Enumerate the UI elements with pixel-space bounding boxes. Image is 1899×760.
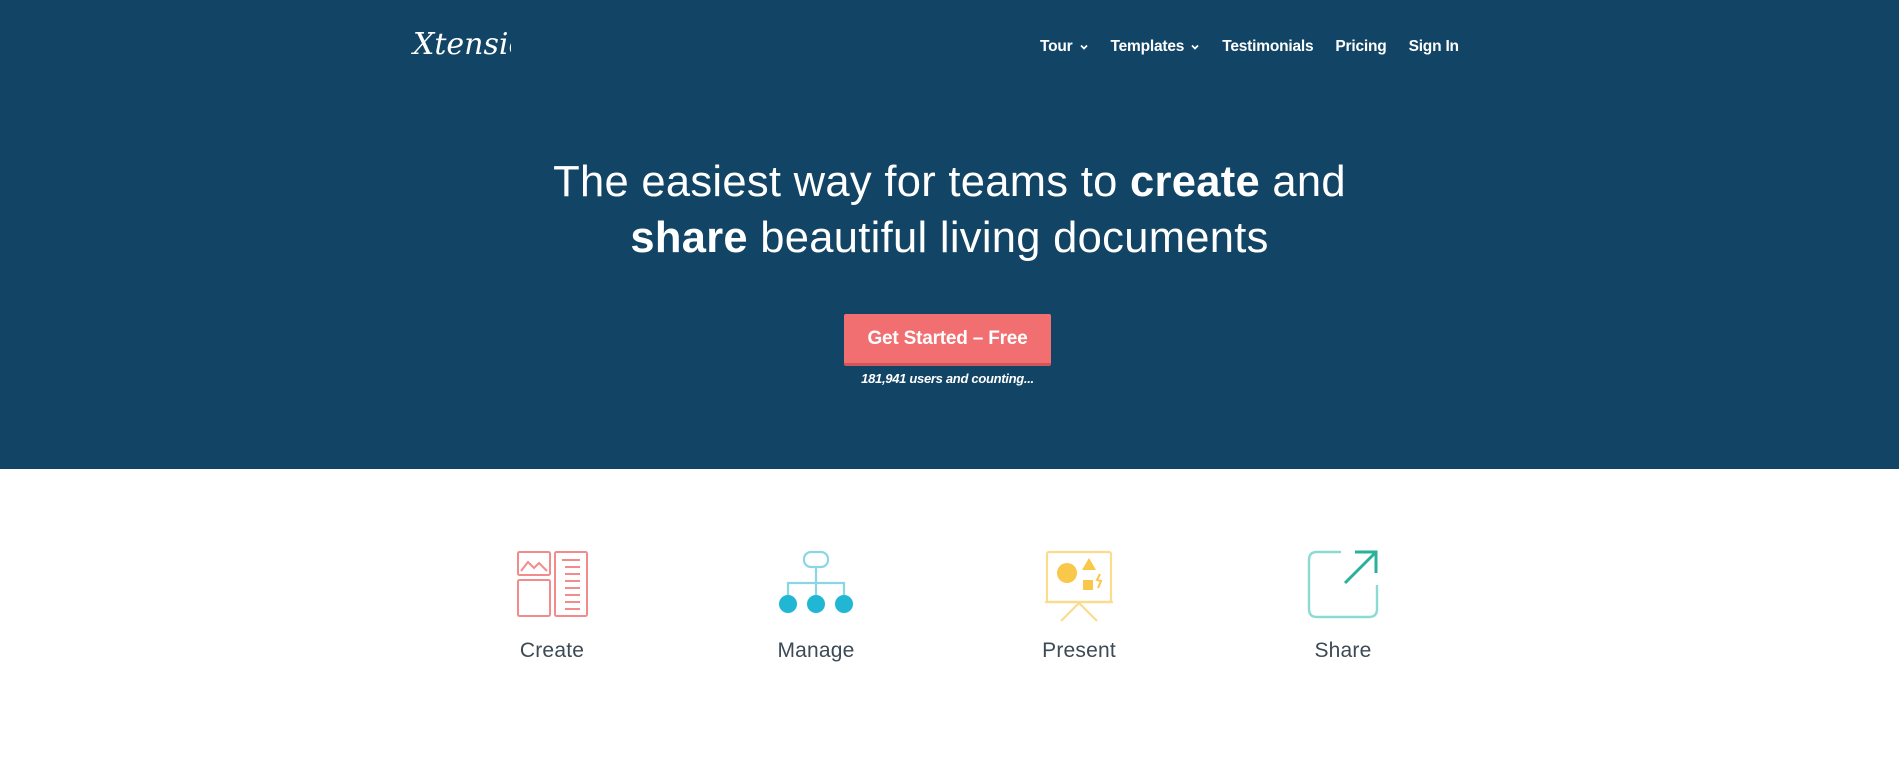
feature-manage: Manage bbox=[736, 543, 896, 663]
chevron-down-icon bbox=[1191, 44, 1199, 50]
headline-text: and bbox=[1259, 158, 1346, 206]
get-started-button[interactable]: Get Started – Free bbox=[844, 314, 1051, 366]
feature-create: Create bbox=[472, 543, 632, 663]
nav-item-pricing[interactable]: Pricing bbox=[1335, 38, 1386, 56]
user-counter: 181,941 users and counting... bbox=[861, 371, 1034, 386]
feature-share: Share bbox=[1263, 543, 1423, 663]
chevron-down-icon bbox=[1079, 44, 1088, 50]
nav-item-templates[interactable]: Templates bbox=[1111, 38, 1201, 56]
nav-item-sign-in[interactable]: Sign In bbox=[1409, 38, 1459, 56]
hierarchy-icon bbox=[779, 550, 853, 613]
headline-emphasis-create: create bbox=[1129, 158, 1260, 206]
hero-headline: The easiest way for teams to create and … bbox=[0, 154, 1899, 266]
headline-text: The easiest way for teams to bbox=[553, 158, 1130, 206]
feature-label: Present bbox=[1042, 639, 1116, 662]
feature-present: Present bbox=[999, 543, 1159, 663]
feature-label: Share bbox=[1314, 639, 1372, 662]
layout-document-icon bbox=[517, 551, 588, 617]
nav-item-testimonials[interactable]: Testimonials bbox=[1222, 38, 1313, 56]
nav-item-tour[interactable]: Tour bbox=[1040, 38, 1089, 56]
xtensio-logo[interactable]: Xtensio bbox=[411, 18, 511, 70]
headline-emphasis-share: share bbox=[630, 214, 748, 262]
nav-item-label: Pricing bbox=[1335, 38, 1387, 55]
hero-section: Xtensio Tour Templates Testimonials Pric… bbox=[0, 0, 1899, 469]
feature-label: Manage bbox=[777, 639, 855, 662]
nav-item-label: Sign In bbox=[1408, 38, 1459, 55]
nav-item-label: Tour bbox=[1040, 38, 1073, 55]
presentation-board-icon bbox=[1045, 550, 1113, 622]
main-nav: Tour Templates Testimonials Pricing Sign… bbox=[1040, 36, 1459, 58]
feature-label: Create bbox=[519, 639, 585, 662]
nav-item-label: Testimonials bbox=[1222, 38, 1314, 55]
headline-text: beautiful living documents bbox=[747, 214, 1269, 262]
nav-item-label: Templates bbox=[1110, 38, 1185, 55]
share-external-icon bbox=[1307, 550, 1379, 619]
svg-text:Xtensio: Xtensio bbox=[411, 27, 511, 62]
